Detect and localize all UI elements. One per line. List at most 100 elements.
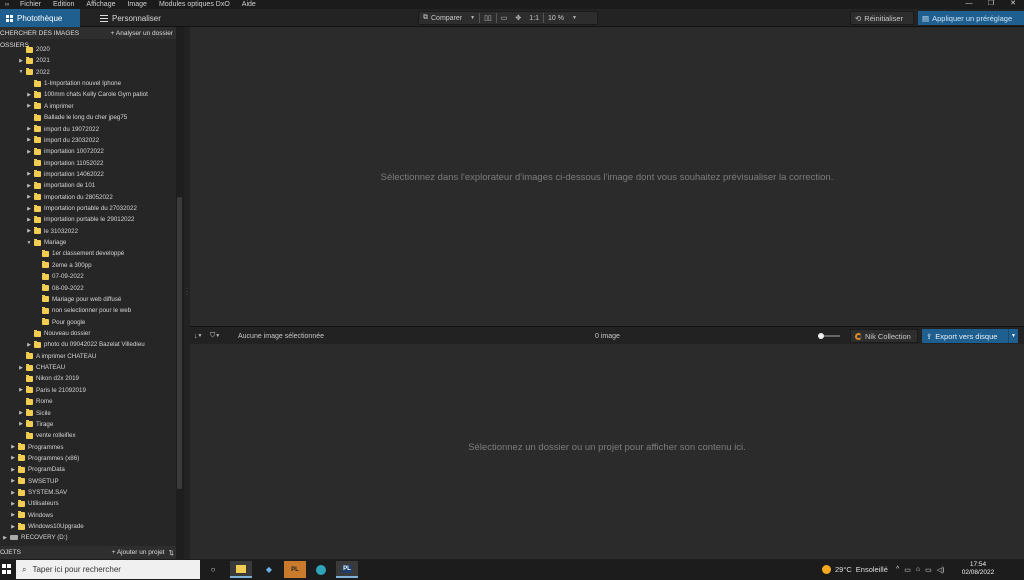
collapsed-arrow-icon[interactable]: ▶: [26, 126, 32, 132]
folder-tree-item[interactable]: Nouveau dossier: [26, 328, 90, 339]
folder-tree-item[interactable]: Nikon d2x 2019: [18, 373, 79, 384]
folder-tree-item[interactable]: ▼ 2022: [18, 67, 50, 78]
scrollbar-thumb[interactable]: [177, 197, 182, 489]
folder-tree-item[interactable]: vente rolleiflex: [18, 430, 76, 441]
nik-collection-button[interactable]: Nik Collection: [850, 329, 918, 343]
folder-tree-item[interactable]: ▶ Utilisateurs: [10, 498, 59, 509]
folder-tree-item[interactable]: 08-09-2022: [34, 283, 84, 294]
collapsed-arrow-icon[interactable]: ▶: [10, 478, 16, 484]
volume-icon[interactable]: ◁): [937, 566, 945, 574]
folder-tree-item[interactable]: ▶ importation 14062022: [26, 169, 104, 180]
folder-tree-item[interactable]: ▶ SWSETUP: [10, 476, 59, 487]
chevron-up-icon[interactable]: ^: [896, 566, 899, 573]
folder-tree-item[interactable]: ▶ SYSTEM.SAV: [10, 487, 67, 498]
compare-button[interactable]: ⧉ Comparer: [419, 14, 466, 22]
collapsed-arrow-icon[interactable]: ▶: [10, 490, 16, 496]
sort-button[interactable]: ↓ ▼: [194, 327, 202, 345]
collapsed-arrow-icon[interactable]: ▶: [2, 535, 8, 541]
sort-projects-icon[interactable]: ⇅: [169, 549, 174, 557]
split-view-icon[interactable]: ▯▯: [480, 14, 496, 22]
folder-tree-item[interactable]: ▼ Mariage: [26, 237, 66, 248]
photolab-active-icon[interactable]: PL: [336, 561, 358, 578]
collapsed-arrow-icon[interactable]: ▶: [26, 137, 32, 143]
export-to-disk-button[interactable]: ⇪ Export vers disque: [922, 329, 1016, 343]
battery-icon[interactable]: ▭: [925, 566, 932, 574]
tab-customize[interactable]: Personnaliser: [94, 9, 174, 27]
folder-tree-item[interactable]: ▶ Windows: [10, 510, 53, 521]
minimize-icon[interactable]: —: [958, 0, 980, 9]
apply-preset-button[interactable]: ▤ Appliquer un préréglage: [918, 11, 1024, 25]
collapsed-arrow-icon[interactable]: ▶: [10, 444, 16, 450]
start-button-icon[interactable]: [2, 564, 12, 574]
task-view-icon[interactable]: ○: [202, 561, 224, 578]
reset-button[interactable]: ⟲ Réinitialiser: [850, 11, 914, 25]
folder-tree-item[interactable]: ▶ Importation du 28052022: [26, 192, 113, 203]
folder-tree-item[interactable]: ▶ importation 10072022: [26, 146, 104, 157]
folder-tree-item[interactable]: ▶ 2021: [18, 55, 50, 66]
weather-widget[interactable]: 29°C Ensoleillé: [822, 559, 888, 580]
folder-tree-item[interactable]: A imprimer CHATEAU: [18, 351, 96, 362]
folder-tree-item[interactable]: non selectionner pour le web: [34, 305, 131, 316]
close-icon[interactable]: ✕: [1002, 0, 1024, 9]
folder-tree-item[interactable]: Ballade le long du cher jpeg75: [26, 112, 127, 123]
folder-tree-item[interactable]: ▶ Importation portable du 27032022: [26, 203, 137, 214]
collapsed-arrow-icon[interactable]: ▶: [10, 524, 16, 530]
collapsed-arrow-icon[interactable]: ▶: [18, 365, 24, 371]
filter-button[interactable]: ⛉ ▼: [210, 327, 220, 345]
restore-icon[interactable]: ❐: [980, 0, 1002, 9]
folder-tree-item[interactable]: Mariage pour web diffusé: [34, 294, 121, 305]
folder-tree-item[interactable]: ▶ photo du 09042022 Bazelat Villedieu: [26, 339, 145, 350]
collapsed-arrow-icon[interactable]: ▶: [18, 421, 24, 427]
export-dropdown-icon[interactable]: ▼: [1008, 329, 1018, 343]
collapsed-arrow-icon[interactable]: ▶: [26, 217, 32, 223]
add-project-button[interactable]: + Ajouter un projet: [112, 549, 165, 556]
menu-item-affichage[interactable]: Affichage: [80, 0, 121, 9]
zoom-dropdown-icon[interactable]: ▼: [568, 15, 581, 21]
folder-tree-item[interactable]: ▶ import du 19072022: [26, 124, 99, 135]
folder-tree-item[interactable]: ▶ RECOVERY (D:): [2, 532, 67, 543]
move-icon[interactable]: ✥: [511, 14, 525, 22]
folder-tree-item[interactable]: importation 11052022: [26, 158, 103, 169]
collapsed-arrow-icon[interactable]: ▶: [26, 183, 32, 189]
collapsed-arrow-icon[interactable]: ▶: [26, 171, 32, 177]
compare-dropdown-icon[interactable]: ▼: [466, 15, 479, 21]
collapsed-arrow-icon[interactable]: ▶: [26, 342, 32, 348]
folder-tree-item[interactable]: ▶ 100mm chats Kelly Carole Gym patiot: [26, 89, 148, 100]
folder-tree-item[interactable]: ▶ A imprimer: [26, 101, 74, 112]
folder-tree-item[interactable]: ▶ Windows10Upgrade: [10, 521, 84, 532]
folder-tree-item[interactable]: 1-Importation nouvel Iphone: [26, 78, 121, 89]
folder-tree-item[interactable]: Rome: [18, 396, 53, 407]
collapsed-arrow-icon[interactable]: ▶: [18, 58, 24, 64]
folder-tree-item[interactable]: ▶ Programmes (x86): [10, 453, 79, 464]
menu-item-image[interactable]: Image: [121, 0, 152, 9]
collapsed-arrow-icon[interactable]: ▶: [10, 467, 16, 473]
edge-browser-icon[interactable]: [310, 561, 332, 578]
folder-tree-item[interactable]: ▶ Sicile: [18, 408, 51, 419]
folder-tree-item[interactable]: ▶ le 31032022: [26, 226, 78, 237]
collapsed-arrow-icon[interactable]: ▶: [26, 206, 32, 212]
collapsed-arrow-icon[interactable]: ▶: [10, 455, 16, 461]
folder-tree-item[interactable]: ▶ Tirage: [18, 419, 53, 430]
display-icon[interactable]: ▭: [904, 566, 911, 574]
collapsed-arrow-icon[interactable]: ▶: [10, 501, 16, 507]
clock[interactable]: 17:54 02/08/2022: [958, 561, 998, 577]
collapsed-arrow-icon[interactable]: ▶: [26, 194, 32, 200]
tab-photolibrary[interactable]: Photothèque: [0, 9, 80, 27]
folder-tree-item[interactable]: ▶ importation portable le 29012022: [26, 214, 134, 225]
app-icon[interactable]: ◆: [258, 561, 280, 578]
collapsed-arrow-icon[interactable]: ▶: [26, 92, 32, 98]
ratio-button[interactable]: 1:1: [525, 15, 543, 22]
collapsed-arrow-icon[interactable]: ▶: [26, 103, 32, 109]
menu-item-fichier[interactable]: Fichier: [14, 0, 47, 9]
folder-tree-item[interactable]: ▶ import du 23032022: [26, 135, 99, 146]
file-explorer-icon[interactable]: [230, 561, 252, 578]
folder-tree-item[interactable]: Pour google: [34, 317, 85, 328]
menu-item-edition[interactable]: Edition: [47, 0, 80, 9]
folder-tree-item[interactable]: 1er classement developpé: [34, 248, 124, 259]
folder-tree-scrollbar[interactable]: [176, 27, 184, 559]
zoom-value[interactable]: 10 %: [544, 15, 568, 22]
folder-tree-item[interactable]: ▶ Paris le 21092019: [18, 385, 86, 396]
menu-item-modules[interactable]: Modules optiques DxO: [153, 0, 236, 9]
folder-tree-item[interactable]: ▶ CHATEAU: [18, 362, 65, 373]
crop-frame-icon[interactable]: ▭: [497, 14, 512, 22]
